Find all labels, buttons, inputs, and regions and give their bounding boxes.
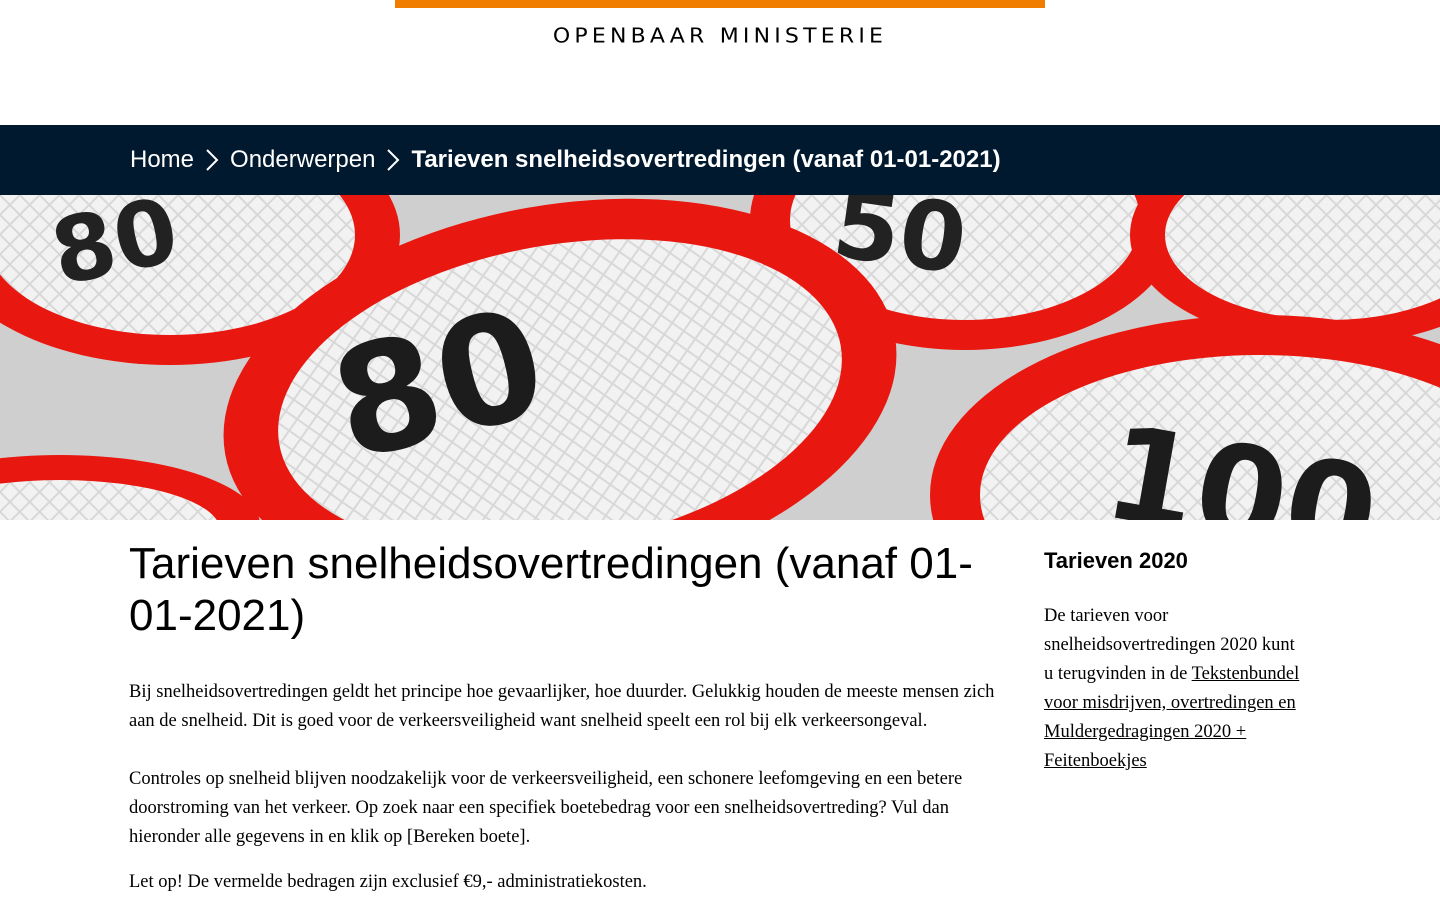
site-logo[interactable]: OPENBAAR MINISTERIE <box>0 25 1440 48</box>
controls-paragraph: Controles op snelheid blijven noodzakeli… <box>129 769 963 847</box>
breadcrumb-home[interactable]: Home <box>130 146 194 174</box>
speed-signs-illustration: 80 50 80 100 <box>0 195 1440 520</box>
intro-paragraph: Bij snelheidsovertredingen geldt het pri… <box>129 682 995 731</box>
site-header: OPENBAAR MINISTERIE <box>0 0 1440 125</box>
breadcrumb: Home Onderwerpen Tarieven snelheidsovert… <box>0 125 1440 195</box>
sidebar-text: De tarieven voor snelheidsovertredingen … <box>1044 602 1304 776</box>
sidebar-title: Tarieven 2020 <box>1044 548 1188 573</box>
chevron-right-icon <box>378 148 408 172</box>
breadcrumb-onderwerpen[interactable]: Onderwerpen <box>230 146 375 174</box>
chevron-right-icon <box>197 148 227 172</box>
sidebar: Tarieven 2020 De tarieven voor snelheids… <box>1044 548 1304 771</box>
notice-paragraph: Let op! De vermelde bedragen zijn exclus… <box>129 872 647 892</box>
breadcrumb-current: Tarieven snelheidsovertredingen (vanaf 0… <box>411 146 1001 173</box>
brand-accent-bar <box>395 0 1045 8</box>
main-content: Tarieven snelheidsovertredingen (vanaf 0… <box>129 538 1009 892</box>
page-title: Tarieven snelheidsovertredingen (vanaf 0… <box>129 539 973 640</box>
hero-image: 80 50 80 100 <box>0 195 1440 520</box>
